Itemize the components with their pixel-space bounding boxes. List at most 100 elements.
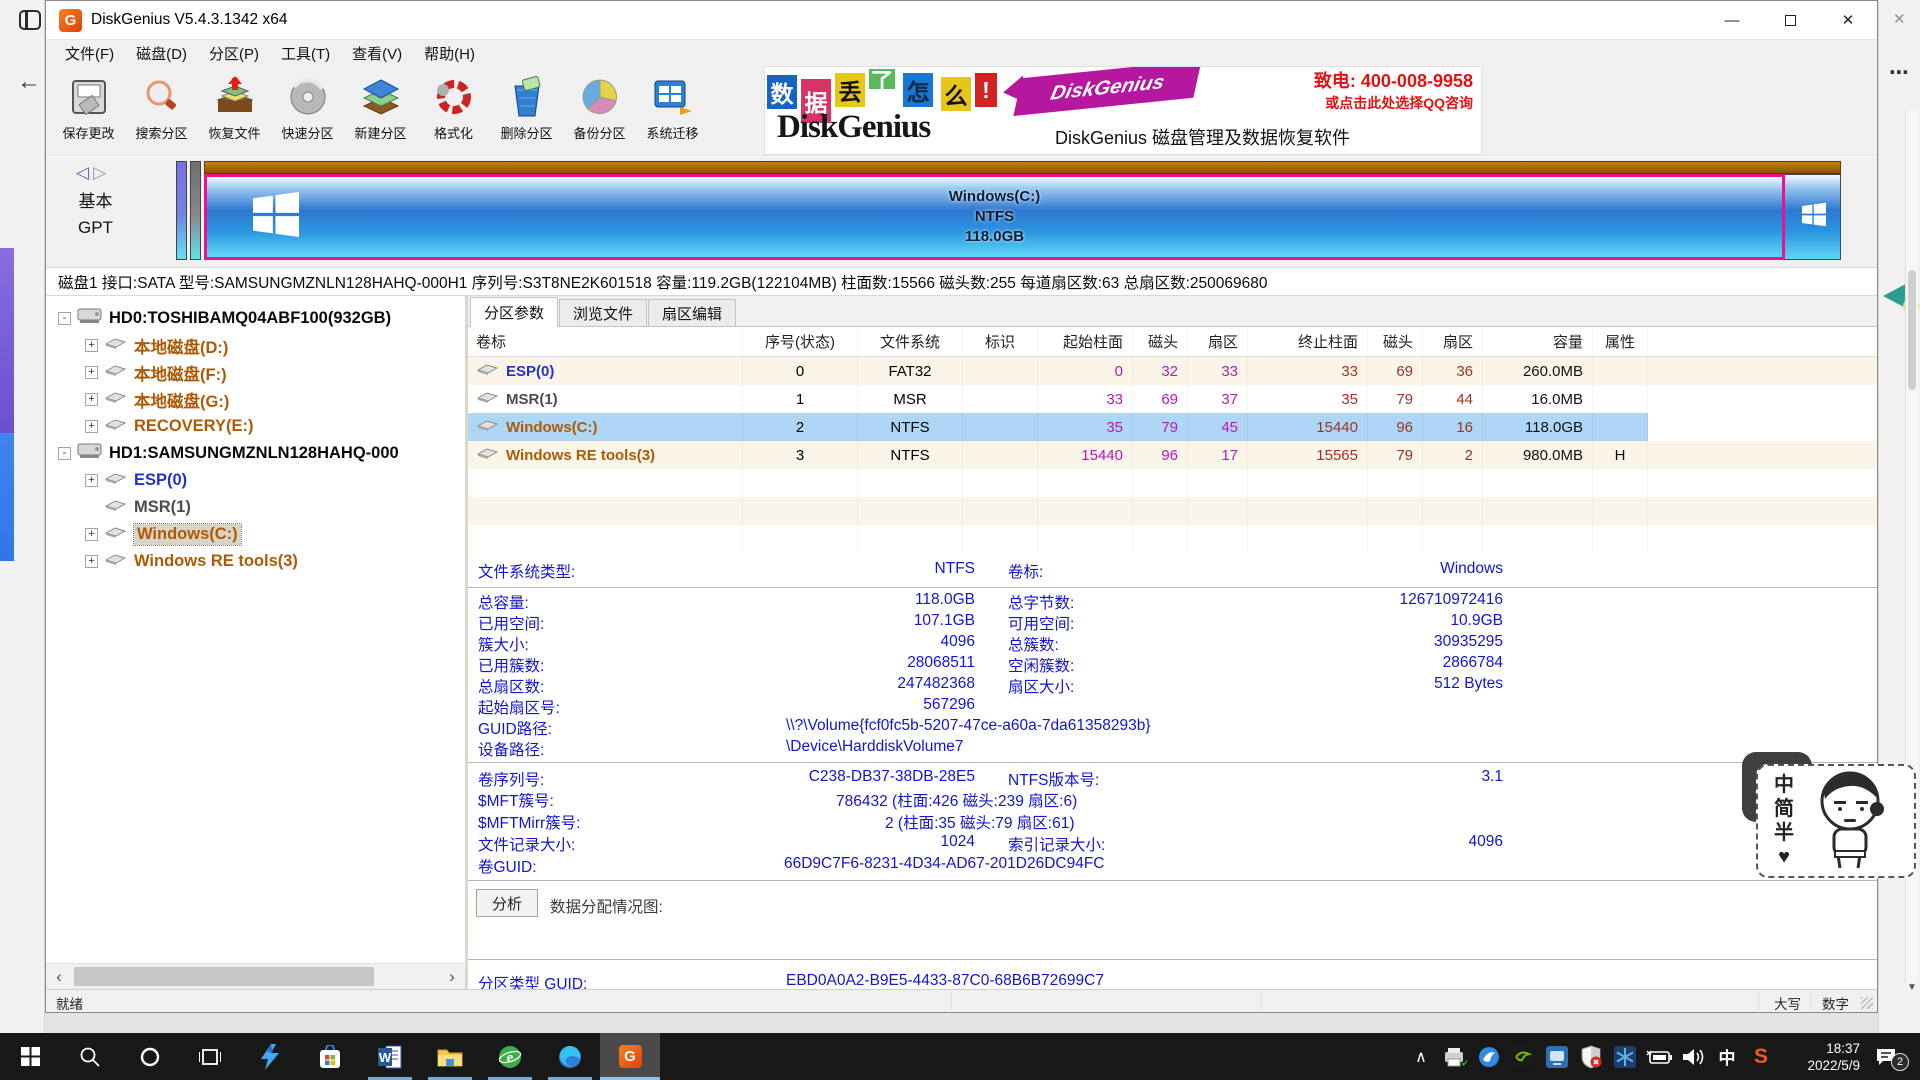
tree-item-hd1[interactable]: - HD1:SAMSUNGMZNLN128HAHQ-000 [46, 440, 465, 467]
scrollbar-track[interactable] [72, 964, 439, 989]
tray-snowflake-icon[interactable] [1608, 1033, 1642, 1080]
partition-bar-esp[interactable] [176, 161, 187, 260]
maximize-button[interactable] [1761, 1, 1819, 39]
tab-partition-params[interactable]: 分区参数 [470, 297, 558, 327]
scrollbar-thumb[interactable] [74, 967, 374, 986]
scrollbar-thumb[interactable] [1908, 270, 1916, 390]
tree-item-hd0[interactable]: - HD0:TOSHIBAMQ04ABF100(932GB) [46, 305, 465, 332]
advert-banner[interactable]: 数 据 丢 了 怎 么 ! DiskGenius 致电: 400-008-995… [764, 66, 1482, 155]
partition-bar-windows-c[interactable]: Windows(C:) NTFS 118.0GB [204, 174, 1785, 260]
analyze-button[interactable]: 分析 [476, 889, 538, 917]
diskgenius-logo-icon: G [59, 9, 82, 32]
search-partition-button[interactable]: 搜索分区 [125, 69, 198, 153]
backup-partition-button[interactable]: 备份分区 [563, 69, 636, 153]
tree-item-msr[interactable]: MSR(1) [46, 494, 465, 521]
tray-security-shield-icon[interactable] [1574, 1033, 1608, 1080]
tree-item-local-g[interactable]: + 本地磁盘(G:) [46, 386, 465, 413]
tray-sogou-icon[interactable]: S [1744, 1033, 1778, 1080]
menu-disk[interactable]: 磁盘(D) [125, 40, 198, 66]
expand-icon[interactable]: + [85, 474, 98, 487]
collapse-icon[interactable]: - [58, 312, 71, 325]
green-browser-icon[interactable]: e [480, 1033, 540, 1080]
prev-disk-icon[interactable]: ◁ [76, 163, 93, 182]
scroll-right-icon[interactable]: › [439, 964, 465, 989]
expand-icon[interactable]: + [85, 420, 98, 433]
title-bar[interactable]: G DiskGenius V5.4.3.1342 x64 — ✕ [46, 1, 1877, 39]
format-button[interactable]: 格式化 [417, 69, 490, 153]
expand-icon[interactable]: + [85, 366, 98, 379]
expand-icon[interactable]: + [85, 393, 98, 406]
new-partition-button[interactable]: 新建分区 [344, 69, 417, 153]
back-arrow-icon[interactable]: ← [17, 68, 41, 96]
menu-view[interactable]: 查看(V) [341, 40, 413, 66]
tray-printer-icon[interactable]: ✓ [1438, 1033, 1472, 1080]
recover-files-icon [212, 74, 258, 120]
background-tab-icon [19, 10, 41, 30]
tree-item-esp[interactable]: + ESP(0) [46, 467, 465, 494]
notification-center-button[interactable]: 2 [1864, 1033, 1920, 1080]
flash-app-icon[interactable] [240, 1033, 300, 1080]
disk-overview-panel: ◁▷ 基本 GPT Windows(C:) NTFS 118.0GB [46, 157, 1877, 267]
toolbar: 保存更改 搜索分区 恢复文件 快速分区 新建分区 格式化 [46, 66, 1877, 156]
quick-partition-button[interactable]: 快速分区 [271, 69, 344, 153]
background-close-icon[interactable]: ✕ [1893, 10, 1906, 28]
table-row-windows-re[interactable]: Windows RE tools(3) 3 NTFS 15440 96 17 1… [468, 441, 1877, 469]
more-options-icon[interactable]: ⋯ [1889, 60, 1909, 85]
status-ready: 就绪 [56, 993, 83, 1013]
tray-chevron-icon[interactable]: ∧ [1404, 1033, 1438, 1080]
tray-ime-language-indicator[interactable]: 中 [1710, 1033, 1744, 1080]
tray-power-icon[interactable] [1642, 1033, 1676, 1080]
menu-tools[interactable]: 工具(T) [270, 40, 341, 66]
windows-logo-icon [1802, 203, 1826, 232]
tray-volume-icon[interactable] [1676, 1033, 1710, 1080]
file-explorer-icon[interactable] [420, 1033, 480, 1080]
expand-icon[interactable]: + [85, 528, 98, 541]
tree-item-recovery-e[interactable]: + RECOVERY(E:) [46, 413, 465, 440]
menu-file[interactable]: 文件(F) [54, 40, 125, 66]
tab-sector-edit[interactable]: 扇区编辑 [648, 299, 736, 326]
save-changes-button[interactable]: 保存更改 [52, 69, 125, 153]
tray-nvidia-icon[interactable] [1506, 1033, 1540, 1080]
ime-status-widget[interactable]: 中 简 半 ♥ [1756, 764, 1916, 878]
close-button[interactable]: ✕ [1819, 1, 1877, 39]
tray-intel-graphics-icon[interactable] [1540, 1033, 1574, 1080]
partition-bar-windows-re[interactable] [1785, 174, 1841, 260]
minimize-button[interactable]: — [1703, 1, 1761, 39]
tree-item-windows-re[interactable]: + Windows RE tools(3) [46, 548, 465, 575]
word-icon[interactable]: W [360, 1033, 420, 1080]
table-row-msr[interactable]: MSR(1) 1 MSR 33 69 37 35 79 44 16.0MB [468, 385, 1877, 413]
menu-help[interactable]: 帮助(H) [413, 40, 486, 66]
microsoft-store-icon[interactable] [300, 1033, 360, 1080]
start-button[interactable] [0, 1033, 60, 1080]
tree-horizontal-scrollbar[interactable]: ‹ › [46, 963, 465, 989]
tree-item-windows-c[interactable]: + Windows(C:) [46, 521, 465, 548]
recover-files-button[interactable]: 恢复文件 [198, 69, 271, 153]
scroll-down-icon[interactable]: ▼ [1907, 982, 1917, 993]
menu-partition[interactable]: 分区(P) [198, 40, 270, 66]
tree-item-local-f[interactable]: + 本地磁盘(F:) [46, 359, 465, 386]
file-record-size-value: 1024 [478, 833, 975, 851]
banner-qq-link[interactable]: 或点击此处选择QQ咨询 [1325, 93, 1473, 113]
task-view-icon[interactable] [180, 1033, 240, 1080]
table-row-windows-c-selected[interactable]: Windows(C:) 2 NTFS 35 79 45 15440 96 16 … [468, 413, 1877, 441]
tree-item-local-d[interactable]: + 本地磁盘(D:) [46, 332, 465, 359]
partition-bar-msr[interactable] [190, 161, 201, 260]
tab-browse-files[interactable]: 浏览文件 [559, 299, 647, 326]
expand-icon[interactable]: + [85, 339, 98, 352]
next-disk-icon[interactable]: ▷ [93, 163, 110, 182]
expand-icon[interactable]: + [85, 555, 98, 568]
allocation-map-area [468, 922, 1877, 956]
resize-grip[interactable] [1861, 997, 1873, 1009]
taskbar-diskgenius-icon[interactable]: G [600, 1033, 660, 1080]
system-migrate-button[interactable]: 系统迁移 [636, 69, 709, 153]
scroll-left-icon[interactable]: ‹ [46, 964, 72, 989]
taskbar-clock[interactable]: 18:37 2022/5/9 [1778, 1040, 1864, 1074]
taskbar-search-icon[interactable] [60, 1033, 120, 1080]
delete-partition-button[interactable]: 删除分区 [490, 69, 563, 153]
table-row-empty [468, 469, 1877, 497]
collapse-icon[interactable]: - [58, 447, 71, 460]
cortana-icon[interactable] [120, 1033, 180, 1080]
edge-icon[interactable] [540, 1033, 600, 1080]
tray-tim-icon[interactable] [1472, 1033, 1506, 1080]
table-row-esp[interactable]: ESP(0) 0 FAT32 0 32 33 33 69 36 260.0MB [468, 357, 1877, 385]
